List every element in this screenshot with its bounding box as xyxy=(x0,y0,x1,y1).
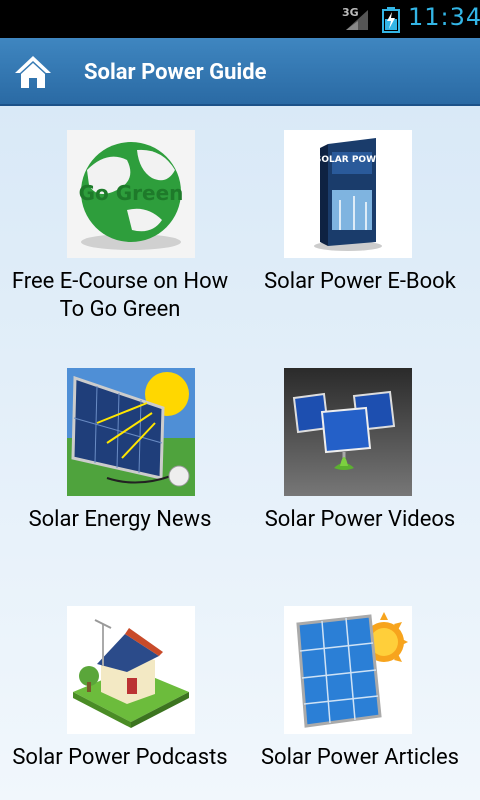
go-green-text: Go Green xyxy=(79,181,184,205)
clock: 11:34 xyxy=(408,3,480,31)
tile-solar-ebook[interactable]: SOLAR POWER Solar Power E-Book xyxy=(240,130,480,330)
ebook-cover-icon: SOLAR POWER xyxy=(284,130,412,258)
tile-solar-power-videos[interactable]: Solar Power Videos xyxy=(240,368,480,568)
signal-3g-icon: 3G xyxy=(340,6,370,32)
menu-grid: Go Green Free E-Course on How To Go Gree… xyxy=(0,106,480,800)
tile-solar-energy-news[interactable]: Solar Energy News xyxy=(0,368,240,568)
app-title: Solar Power Guide xyxy=(84,60,267,85)
tile-label: Solar Energy News xyxy=(28,507,212,532)
solar-panels-icon xyxy=(284,368,412,496)
solar-house-icon xyxy=(67,606,195,734)
status-bar: 3G 11:34 xyxy=(0,0,480,38)
ebook-title-text: SOLAR POWER xyxy=(315,155,389,165)
solar-panel-sun-icon xyxy=(67,368,195,496)
go-green-globe-icon: Go Green xyxy=(67,130,195,258)
battery-icon xyxy=(382,7,400,33)
tile-free-ecourse[interactable]: Go Green Free E-Course on How To Go Gree… xyxy=(0,130,240,330)
tile-label: Free E-Course on How To Go Green xyxy=(11,269,229,322)
tile-label: Solar Power Videos xyxy=(264,507,456,532)
home-icon[interactable] xyxy=(13,52,53,92)
action-bar: Solar Power Guide xyxy=(0,38,480,106)
tile-label: Solar Power E-Book xyxy=(264,269,456,294)
solar-panel-sun-icon xyxy=(284,606,412,734)
tile-solar-power-articles[interactable]: Solar Power Articles xyxy=(240,606,480,800)
tile-label: Solar Power Articles xyxy=(260,745,459,770)
tile-solar-power-podcasts[interactable]: Solar Power Podcasts xyxy=(0,606,240,800)
tile-label: Solar Power Podcasts xyxy=(12,745,228,770)
